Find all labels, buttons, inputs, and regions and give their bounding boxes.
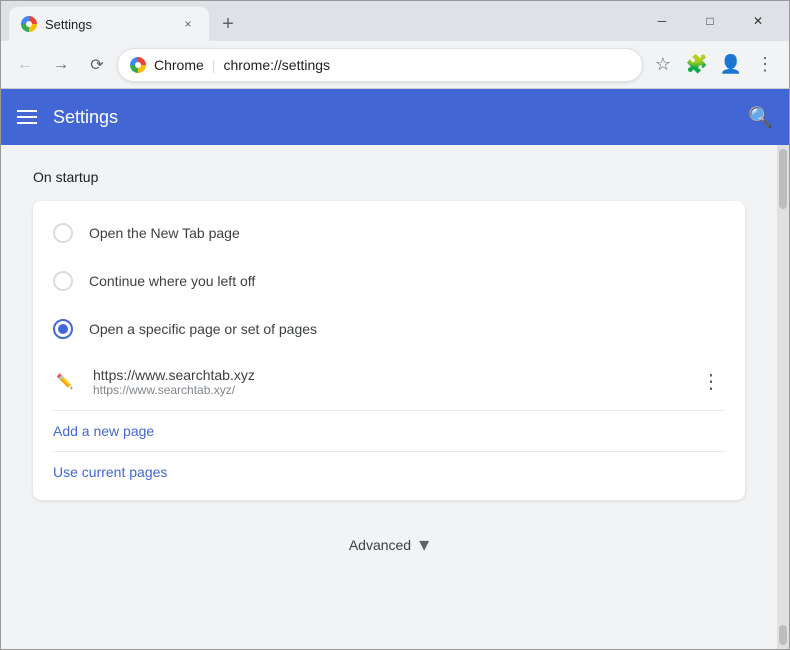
option-specific-label: Open a specific page or set of pages — [89, 321, 317, 337]
profile-button[interactable]: 👤 — [715, 49, 747, 81]
tab-title: Settings — [45, 17, 171, 32]
tab-close-button[interactable]: × — [179, 15, 197, 33]
hamburger-menu[interactable] — [17, 110, 37, 124]
address-bar: ← → ⟳ Chrome | chrome://settings ☆ 🧩 👤 ⋮ — [1, 41, 789, 89]
new-tab-button[interactable]: + — [213, 7, 243, 41]
bookmark-button[interactable]: ☆ — [647, 49, 679, 81]
url-display: chrome://settings — [223, 57, 330, 73]
radio-new-tab[interactable] — [53, 223, 73, 243]
content-area: PC On startup Open the New Tab page Cont… — [1, 145, 777, 649]
page-url-title: https://www.searchtab.xyz — [93, 367, 681, 383]
tab-favicon — [21, 16, 37, 32]
scrollbar-thumb-bottom[interactable] — [779, 625, 787, 645]
active-tab[interactable]: Settings × — [9, 7, 209, 41]
hamburger-line-1 — [17, 110, 37, 112]
page-menu-button[interactable]: ⋮ — [697, 365, 725, 398]
minimize-button[interactable]: ─ — [639, 7, 685, 35]
advanced-label: Advanced — [349, 537, 411, 553]
reload-button[interactable]: ⟳ — [81, 49, 113, 81]
page-edit-icon: ✏️ — [53, 370, 77, 394]
extensions-button[interactable]: 🧩 — [681, 49, 713, 81]
option-new-tab-label: Open the New Tab page — [89, 225, 240, 241]
on-startup-title: On startup — [33, 169, 745, 185]
hamburger-line-2 — [17, 116, 37, 118]
option-continue-label: Continue where you left off — [89, 273, 255, 289]
maximize-button[interactable]: □ — [687, 7, 733, 35]
option-new-tab[interactable]: Open the New Tab page — [33, 209, 745, 257]
startup-page-item: ✏️ https://www.searchtab.xyz https://www… — [33, 353, 745, 410]
advanced-arrow-icon[interactable]: ▾ — [419, 532, 429, 557]
toolbar-icons: ☆ 🧩 👤 ⋮ — [647, 49, 781, 81]
advanced-section: Advanced ▾ — [33, 532, 745, 557]
radio-specific[interactable] — [53, 319, 73, 339]
forward-button[interactable]: → — [45, 49, 77, 81]
scrollbar-track[interactable] — [777, 145, 789, 649]
radio-continue[interactable] — [53, 271, 73, 291]
main-content: PC On startup Open the New Tab page Cont… — [1, 145, 789, 649]
option-continue[interactable]: Continue where you left off — [33, 257, 745, 305]
hamburger-line-3 — [17, 122, 37, 124]
settings-page-title: Settings — [53, 107, 732, 128]
page-url-sub: https://www.searchtab.xyz/ — [93, 383, 681, 397]
page-info: https://www.searchtab.xyz https://www.se… — [93, 367, 681, 397]
option-specific[interactable]: Open a specific page or set of pages — [33, 305, 745, 353]
back-button[interactable]: ← — [9, 49, 41, 81]
omnibox[interactable]: Chrome | chrome://settings — [117, 48, 643, 82]
scrollbar-thumb-top[interactable] — [779, 149, 787, 209]
settings-header: Settings 🔍 — [1, 89, 789, 145]
add-new-page-button[interactable]: Add a new page — [33, 411, 174, 451]
url-separator: | — [212, 57, 216, 73]
window-controls: ─ □ ✕ — [639, 7, 781, 41]
browser-name: Chrome — [154, 57, 204, 73]
omnibox-favicon — [130, 57, 146, 73]
close-button[interactable]: ✕ — [735, 7, 781, 35]
startup-options-card: Open the New Tab page Continue where you… — [33, 201, 745, 500]
use-current-pages-button[interactable]: Use current pages — [33, 452, 187, 492]
title-bar: Settings × + ─ □ ✕ — [1, 1, 789, 41]
menu-button[interactable]: ⋮ — [749, 49, 781, 81]
settings-search-button[interactable]: 🔍 — [748, 105, 773, 130]
